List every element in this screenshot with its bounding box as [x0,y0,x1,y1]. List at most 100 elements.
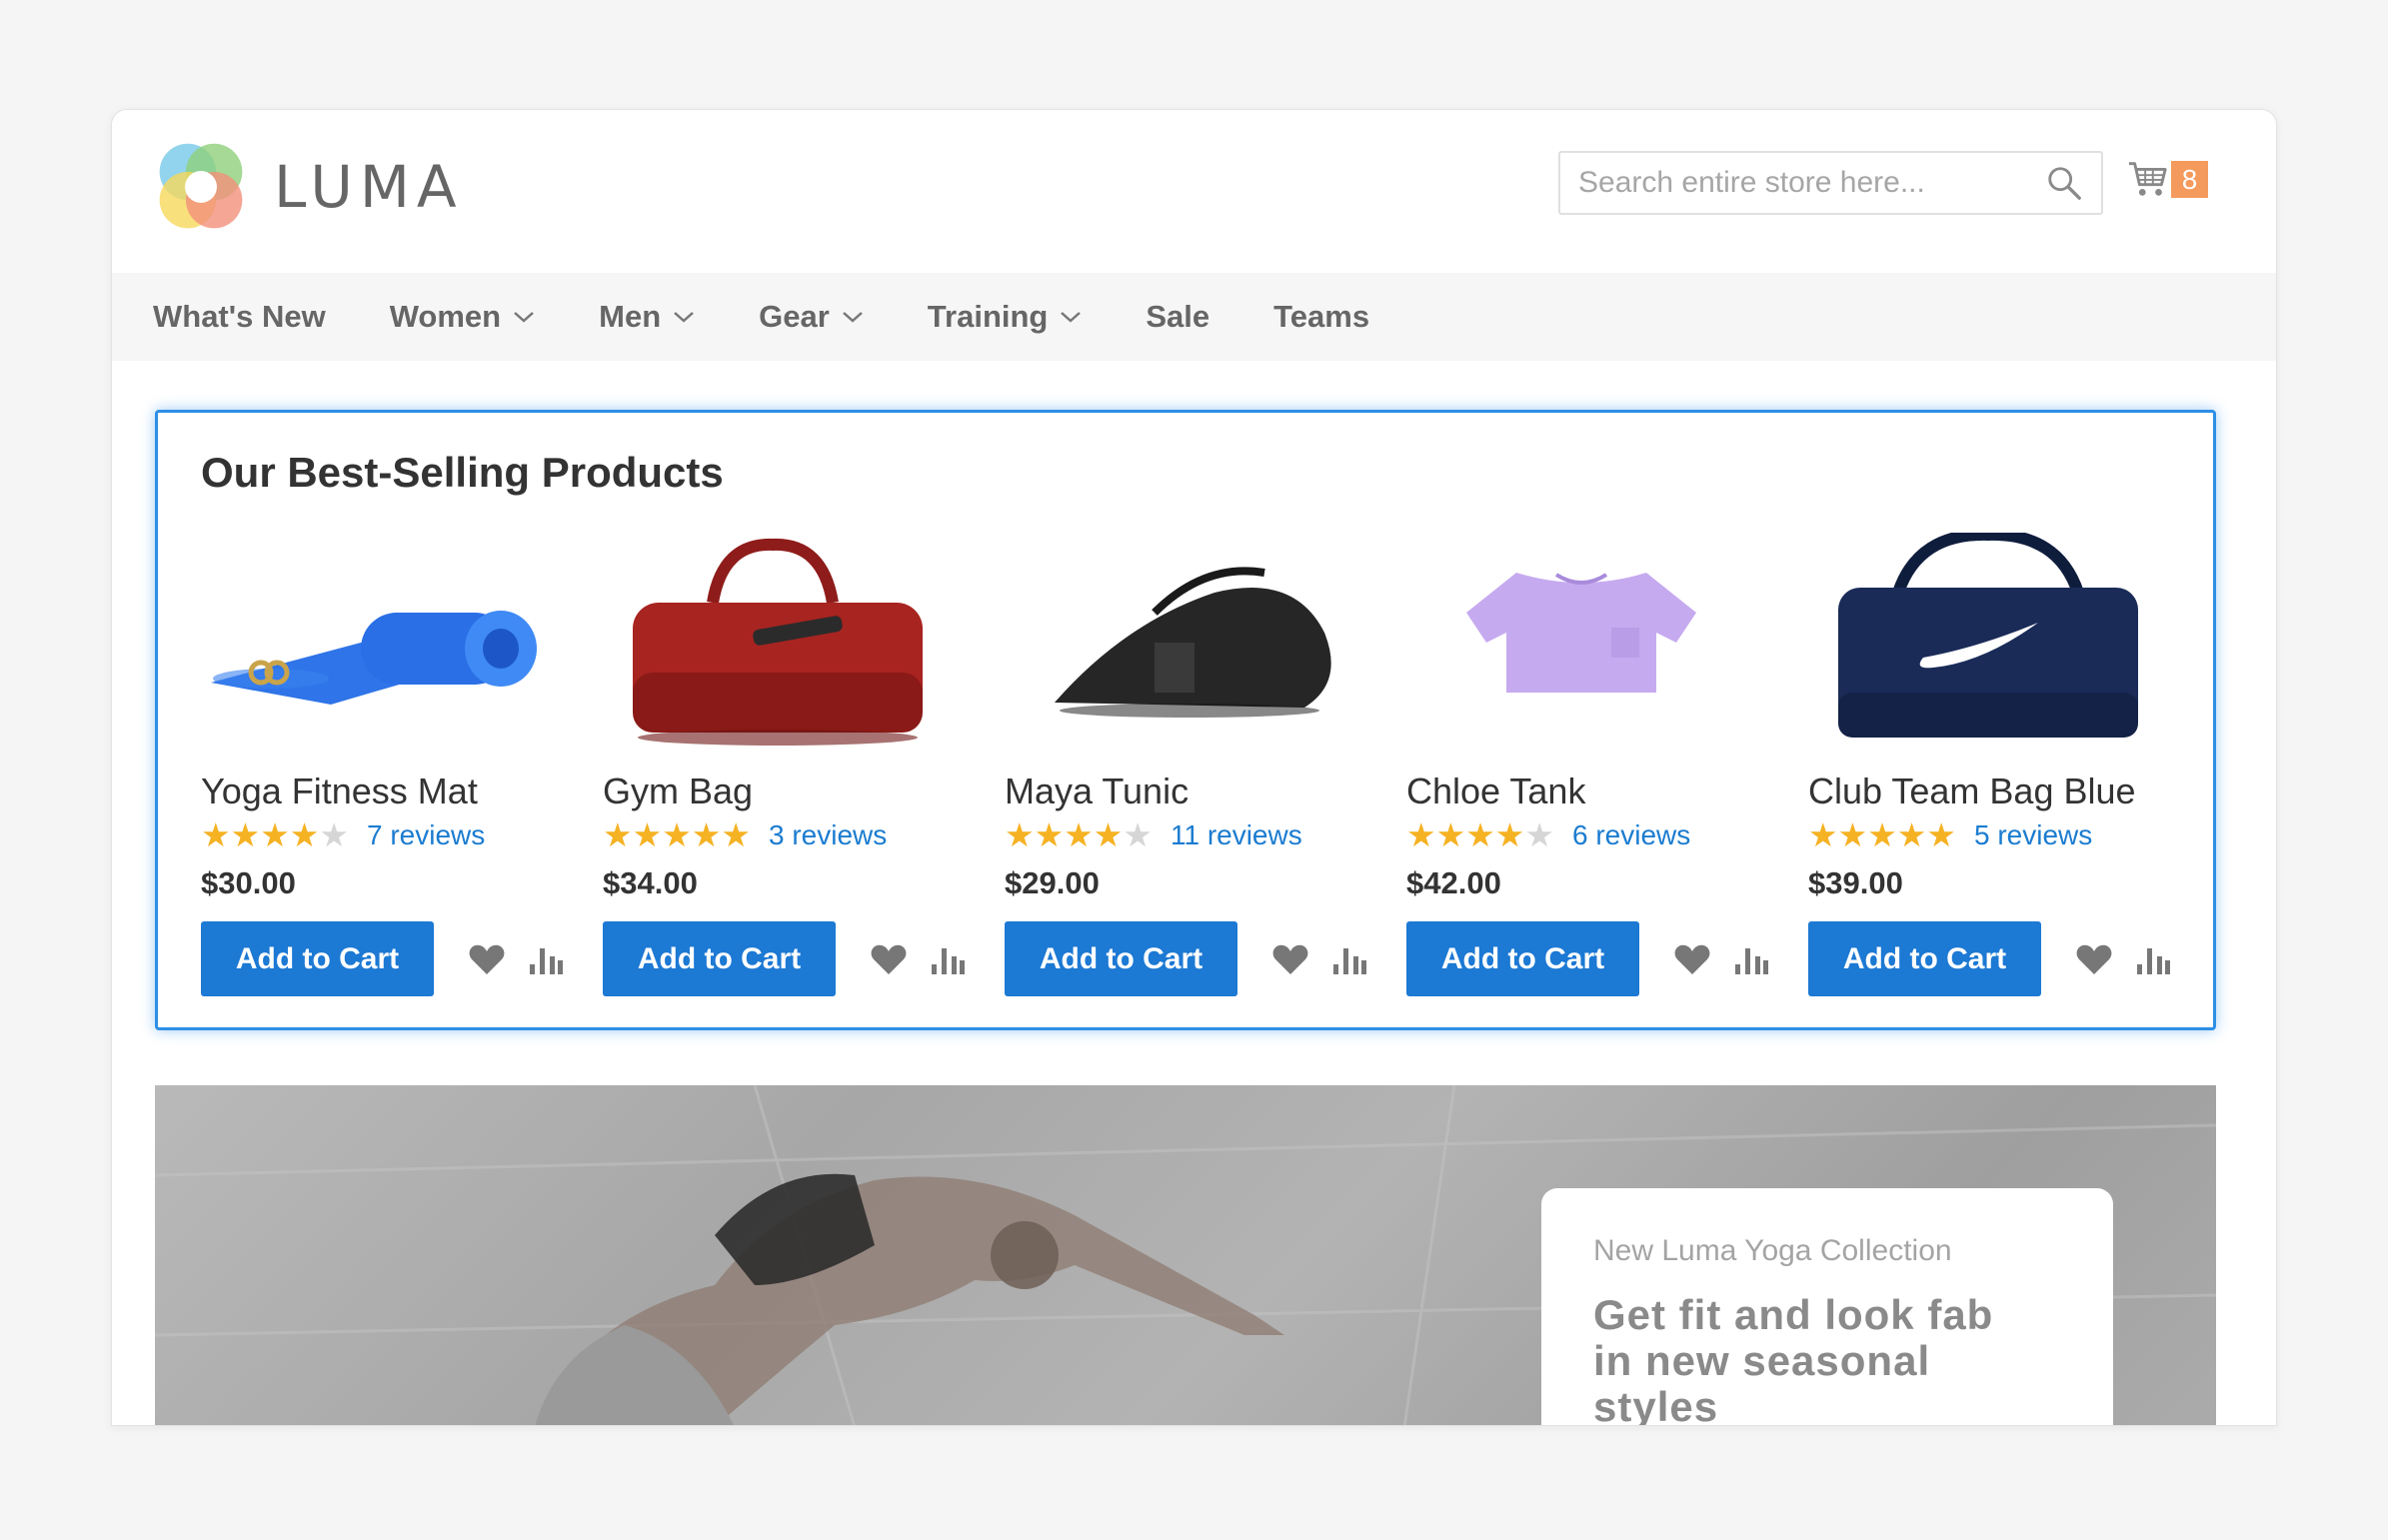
nav-item-label: Gear [759,299,830,334]
compare-icon[interactable] [526,942,564,976]
promo-eyebrow: New Luma Yoga Collection [1593,1234,1952,1267]
search-icon[interactable] [2045,164,2083,202]
nav-item-label: Men [599,299,662,334]
reviews-link[interactable]: 3 reviews [769,819,887,851]
star-filled-icon: ★ [1494,816,1525,853]
product-rating: ★ ★ ★ ★ ★ 11 reviews [1005,818,1384,851]
wishlist-heart-icon[interactable] [1673,942,1711,976]
star-filled-icon: ★ [1435,816,1466,853]
add-to-cart-button[interactable]: Add to Cart [1005,921,1237,996]
product-card-gym-bag: Gym Bag ★ ★ ★ ★ ★ 3 reviews $34.00 Add to Ca… [603,533,983,996]
product-image-maya-tunic[interactable] [1005,533,1384,753]
red-duffel-bag-image [633,538,923,746]
star-empty-icon: ★ [1123,816,1153,853]
product-name[interactable]: Club Team Bag Blue [1808,770,2188,812]
star-filled-icon: ★ [691,816,722,853]
product-image-gym-bag[interactable] [603,533,983,753]
search-input[interactable] [1578,166,2045,200]
star-filled-icon: ★ [603,816,633,853]
product-price: $29.00 [1005,865,1100,900]
star-filled-icon: ★ [721,816,751,853]
chevron-down-icon [514,312,534,323]
wishlist-heart-icon[interactable] [870,942,908,976]
best-selling-widget: Our Best-Selling Products Yoga Fitness M… [155,410,2216,1030]
minicart[interactable]: 8 [2127,158,2208,200]
rating-stars: ★ ★ ★ ★ ★ [1005,818,1153,851]
product-card-chloe-tank: Chloe Tank ★ ★ ★ ★ ★ 6 reviews $42.00 Add to… [1406,533,1786,996]
compare-icon[interactable] [1329,942,1367,976]
compare-icon[interactable] [1731,942,1769,976]
rating-stars: ★ ★ ★ ★ ★ [603,818,751,851]
star-filled-icon: ★ [632,816,663,853]
promo-headline-line1: Get fit and look fab [1593,1291,1994,1338]
nav-item-women[interactable]: Women [390,299,535,335]
product-card-yoga-fitness-mat: Yoga Fitness Mat ★ ★ ★ ★ ★ 7 reviews $30.00 … [201,533,581,996]
product-name[interactable]: Gym Bag [603,770,983,812]
nav-item-label: Sale [1146,299,1210,334]
product-price: $30.00 [201,865,296,900]
star-filled-icon: ★ [1465,816,1495,853]
add-to-cart-button[interactable]: Add to Cart [1808,921,2041,996]
product-actions: Add to Cart [201,921,581,996]
star-filled-icon: ★ [662,816,692,853]
nav-item-teams[interactable]: Teams [1273,299,1369,335]
star-filled-icon: ★ [1034,816,1065,853]
main-navigation: What's New Women Men Gear Training Sale … [112,273,2276,361]
star-filled-icon: ★ [1005,816,1035,853]
compare-icon[interactable] [928,942,966,976]
product-name[interactable]: Chloe Tank [1406,770,1786,812]
reviews-link[interactable]: 5 reviews [1974,819,2092,851]
reviews-link[interactable]: 6 reviews [1572,819,1690,851]
add-to-cart-button[interactable]: Add to Cart [201,921,434,996]
luma-logo-icon [159,143,243,229]
product-rating: ★ ★ ★ ★ ★ 3 reviews [603,818,983,851]
star-empty-icon: ★ [319,816,349,853]
reviews-link[interactable]: 7 reviews [367,819,485,851]
star-filled-icon: ★ [1406,816,1436,853]
store-logo[interactable]: LUMA [154,140,464,234]
add-to-cart-button[interactable]: Add to Cart [1406,921,1639,996]
hero-banner[interactable]: New Luma Yoga Collection Get fit and loo… [155,1085,2216,1426]
nav-item-sale[interactable]: Sale [1146,299,1209,335]
nav-item-men[interactable]: Men [599,299,695,335]
product-price: $39.00 [1808,865,1903,900]
product-actions: Add to Cart [603,921,983,996]
star-filled-icon: ★ [1064,816,1094,853]
browser-window: LUMA 8 What's New [111,109,2277,1426]
wishlist-heart-icon[interactable] [2075,942,2113,976]
logo-wordmark: LUMA [274,153,464,221]
black-racket-bag-image [1055,567,1331,718]
nav-item-gear[interactable]: Gear [759,299,864,335]
nav-item-training[interactable]: Training [928,299,1083,335]
wishlist-heart-icon[interactable] [1271,942,1309,976]
wishlist-heart-icon[interactable] [468,942,506,976]
product-card-maya-tunic: Maya Tunic ★ ★ ★ ★ ★ 11 reviews $29.00 Add t… [1005,533,1384,996]
navy-team-bag-image [1838,533,2138,738]
promo-headline: Get fit and look fab in new seasonal sty… [1593,1292,2061,1426]
product-image-yoga-mat[interactable] [201,533,581,753]
chevron-down-icon [842,312,863,323]
yoga-mat-image [211,611,537,705]
nav-item-label: Training [927,299,1049,334]
product-name[interactable]: Maya Tunic [1005,770,1384,812]
star-filled-icon: ★ [1093,816,1124,853]
star-filled-icon: ★ [1808,816,1838,853]
star-empty-icon: ★ [1524,816,1554,853]
compare-icon[interactable] [2133,942,2171,976]
product-image-chloe-tank[interactable] [1406,533,1786,753]
product-name[interactable]: Yoga Fitness Mat [201,770,581,812]
section-title: Our Best-Selling Products [201,449,724,496]
product-image-club-team-bag[interactable] [1808,533,2188,753]
reviews-link[interactable]: 11 reviews [1171,819,1302,851]
nav-item-whats-new[interactable]: What's New [153,299,326,335]
product-actions: Add to Cart [1808,921,2188,996]
product-actions: Add to Cart [1005,921,1384,996]
add-to-cart-button[interactable]: Add to Cart [603,921,836,996]
star-filled-icon: ★ [1837,816,1868,853]
star-filled-icon: ★ [230,816,261,853]
cart-icon[interactable] [2127,158,2169,200]
product-rating: ★ ★ ★ ★ ★ 5 reviews [1808,818,2188,851]
lavender-crop-top-image [1466,573,1696,693]
nav-item-label: Women [389,299,502,334]
chevron-down-icon [674,312,694,323]
